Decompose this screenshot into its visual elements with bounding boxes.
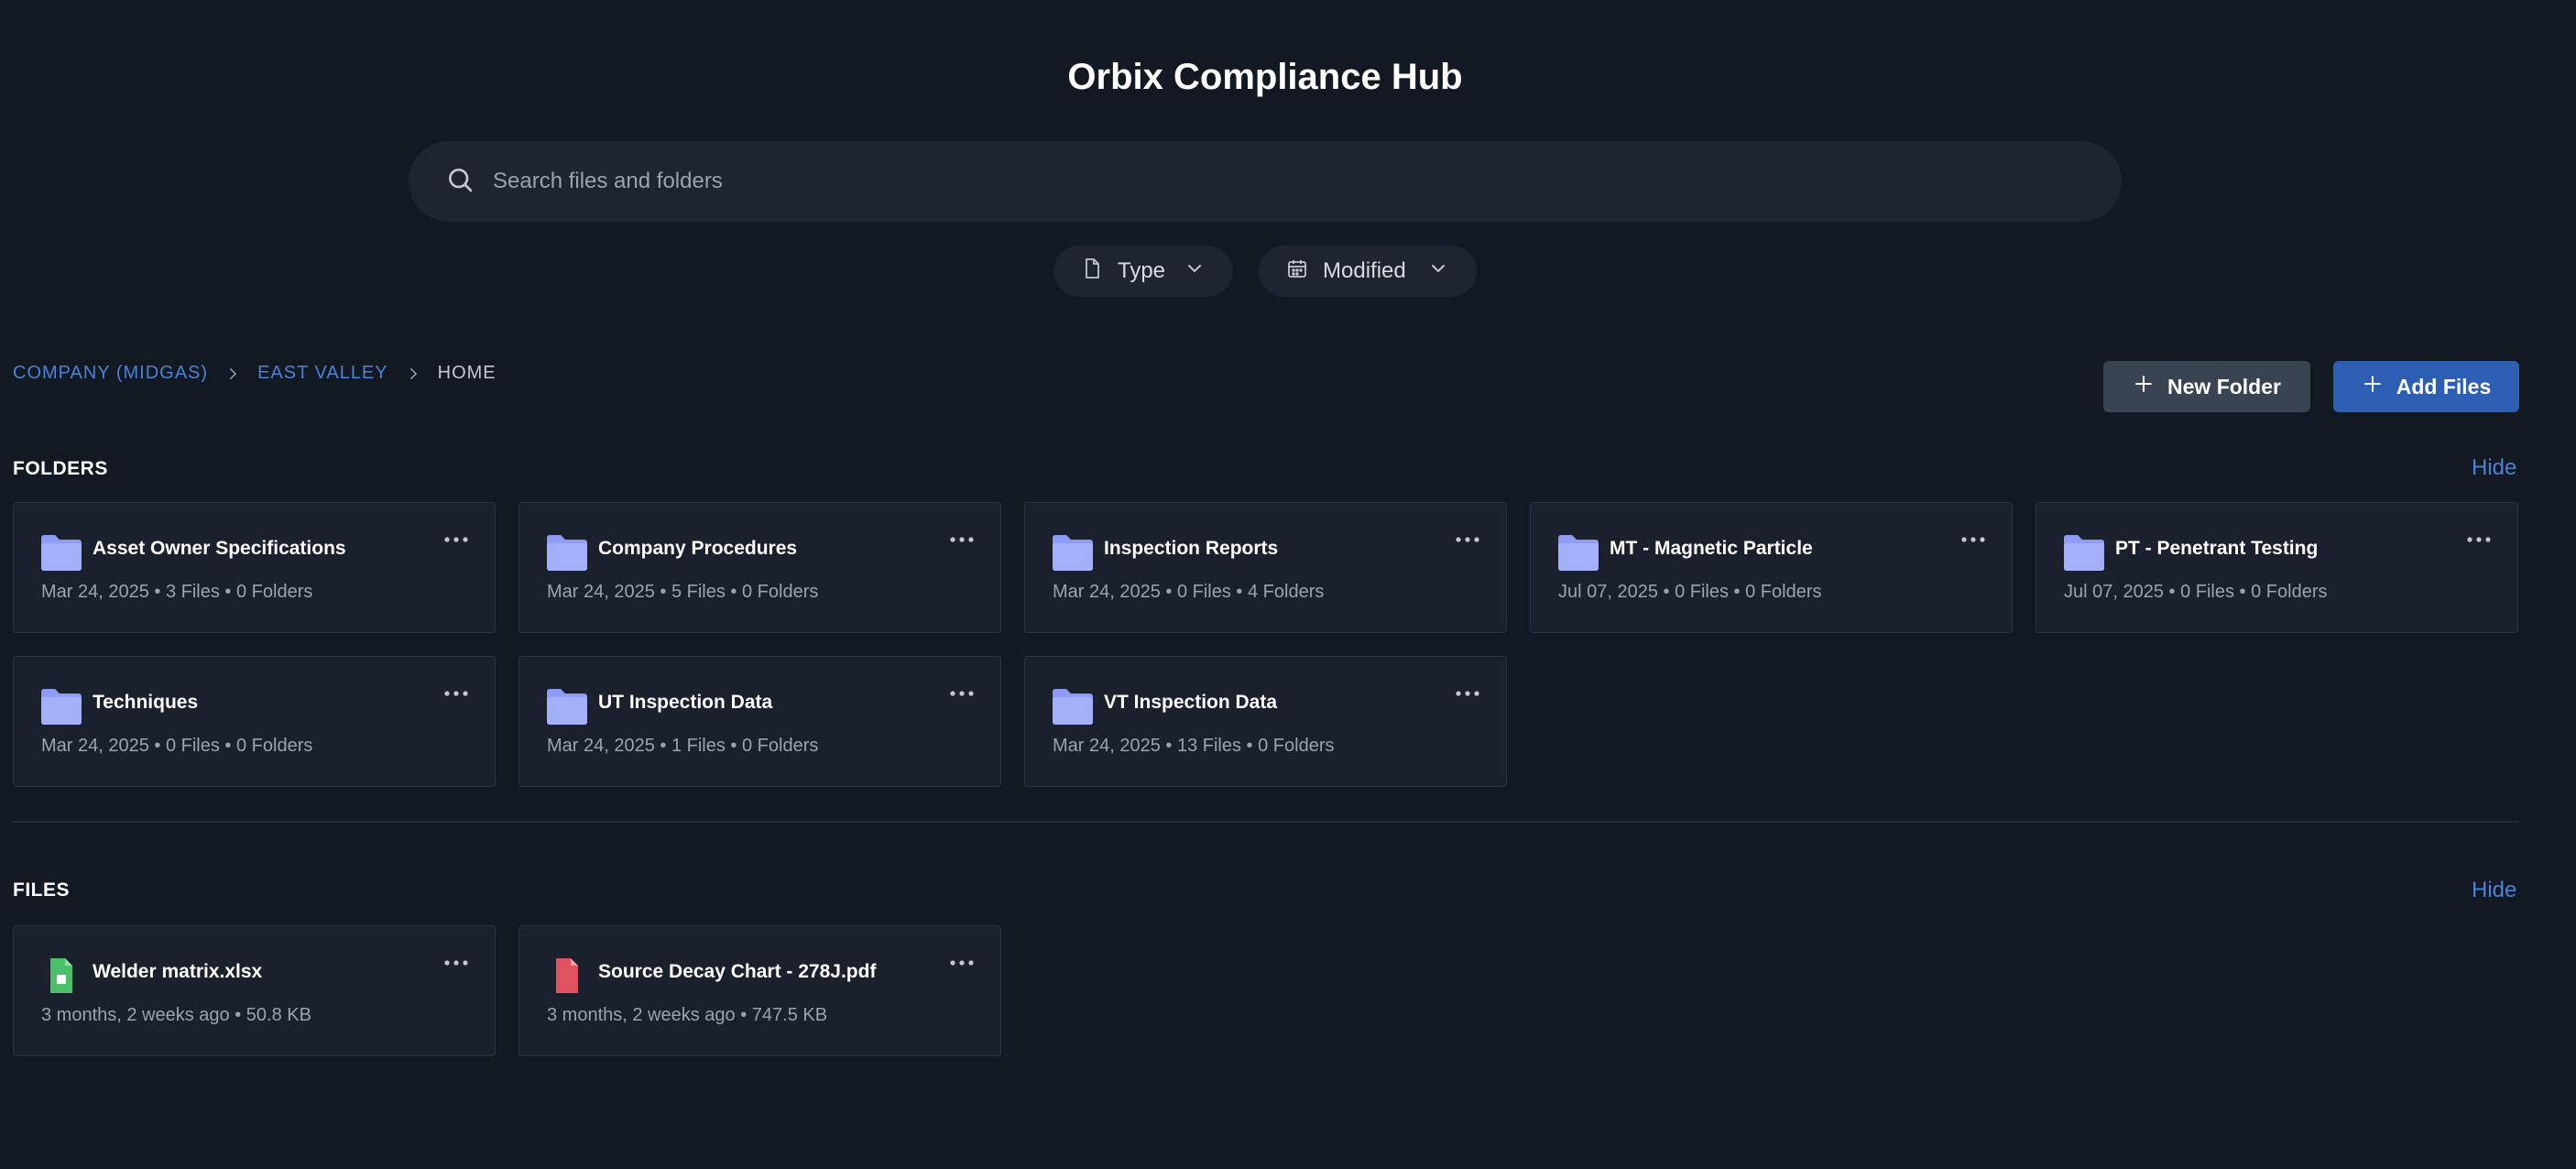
breadcrumb-current: HOME (437, 363, 497, 383)
folder-meta: Mar 24, 2025 • 5 Files • 0 Folders (547, 582, 819, 602)
calendar-icon (1286, 257, 1308, 286)
folder-card[interactable]: Techniques Mar 24, 2025 • 0 Files • 0 Fo… (13, 656, 496, 787)
more-options-icon[interactable] (949, 532, 975, 542)
file-card[interactable]: Source Decay Chart - 278J.pdf 3 months, … (518, 925, 1001, 1056)
folder-meta: Mar 24, 2025 • 13 Files • 0 Folders (1053, 736, 1335, 756)
folder-meta: Mar 24, 2025 • 0 Files • 4 Folders (1053, 582, 1325, 602)
file-name: Source Decay Chart - 278J.pdf (598, 961, 877, 982)
add-files-button[interactable]: Add Files (2333, 361, 2519, 412)
folder-name: Company Procedures (598, 538, 798, 559)
more-options-icon[interactable] (949, 956, 975, 966)
folders-hide-link[interactable]: Hide (2472, 455, 2516, 481)
folders-heading: FOLDERS (13, 458, 108, 479)
more-options-icon[interactable] (1455, 532, 1480, 542)
files-heading: FILES (13, 879, 71, 901)
folder-name: Asset Owner Specifications (93, 538, 346, 559)
file-name: Welder matrix.xlsx (93, 961, 263, 982)
search-icon (445, 165, 475, 199)
section-divider (13, 821, 2519, 823)
more-options-icon[interactable] (1960, 532, 1986, 542)
folder-icon (547, 534, 587, 571)
breadcrumb: COMPANY (MIDGAS) EAST VALLEY HOME (13, 363, 497, 384)
files-hide-link[interactable]: Hide (2472, 878, 2516, 903)
plus-icon (2362, 373, 2384, 400)
chevron-down-icon (1427, 257, 1449, 286)
more-options-icon[interactable] (443, 956, 469, 966)
folder-card[interactable]: PT - Penetrant Testing Jul 07, 2025 • 0 … (2036, 502, 2518, 633)
folder-icon (1053, 688, 1093, 725)
breadcrumb-site[interactable]: EAST VALLEY (257, 363, 388, 384)
page-title: Orbix Compliance Hub (1067, 57, 1463, 97)
file-card[interactable]: Welder matrix.xlsx 3 months, 2 weeks ago… (13, 925, 496, 1056)
folder-meta: Mar 24, 2025 • 0 Files • 0 Folders (41, 736, 313, 756)
chevron-right-icon (405, 366, 421, 382)
folder-name: Inspection Reports (1104, 538, 1279, 559)
type-filter-dropdown[interactable]: Type (1053, 246, 1233, 297)
type-filter-label: Type (1118, 258, 1166, 283)
folder-card[interactable]: UT Inspection Data Mar 24, 2025 • 1 File… (518, 656, 1001, 787)
folder-meta: Jul 07, 2025 • 0 Files • 0 Folders (2064, 582, 2328, 602)
modified-filter-dropdown[interactable]: Modified (1259, 246, 1477, 297)
folder-card[interactable]: Inspection Reports Mar 24, 2025 • 0 File… (1024, 502, 1507, 633)
folder-card[interactable]: VT Inspection Data Mar 24, 2025 • 13 Fil… (1024, 656, 1507, 787)
folder-card[interactable]: Company Procedures Mar 24, 2025 • 5 File… (518, 502, 1001, 633)
file-icon (1081, 257, 1103, 286)
folder-card[interactable]: MT - Magnetic Particle Jul 07, 2025 • 0 … (1530, 502, 2013, 633)
search-bar[interactable] (409, 141, 2122, 222)
more-options-icon[interactable] (443, 532, 469, 542)
file-meta: 3 months, 2 weeks ago • 50.8 KB (41, 1005, 311, 1025)
more-options-icon[interactable] (2466, 532, 2492, 542)
more-options-icon[interactable] (443, 686, 469, 696)
folder-icon (547, 688, 587, 725)
more-options-icon[interactable] (949, 686, 975, 696)
folder-name: Techniques (93, 692, 199, 713)
spreadsheet-file-icon (41, 957, 82, 994)
plus-icon (2133, 373, 2155, 400)
new-folder-button[interactable]: New Folder (2103, 361, 2310, 412)
file-manager-page: Orbix Compliance Hub Type (0, 0, 2576, 1169)
breadcrumb-company[interactable]: COMPANY (MIDGAS) (13, 363, 208, 384)
file-meta: 3 months, 2 weeks ago • 747.5 KB (547, 1005, 828, 1025)
pdf-file-icon (547, 957, 587, 994)
folder-meta: Mar 24, 2025 • 1 Files • 0 Folders (547, 736, 819, 756)
modified-filter-label: Modified (1323, 258, 1406, 283)
folder-icon (1053, 534, 1093, 571)
folder-card[interactable]: Asset Owner Specifications Mar 24, 2025 … (13, 502, 496, 633)
search-input[interactable] (493, 154, 2122, 209)
folder-icon (41, 534, 82, 571)
chevron-right-icon (224, 366, 241, 382)
add-files-label: Add Files (2396, 374, 2492, 399)
folder-meta: Jul 07, 2025 • 0 Files • 0 Folders (1558, 582, 1822, 602)
folder-name: PT - Penetrant Testing (2115, 538, 2319, 559)
folder-meta: Mar 24, 2025 • 3 Files • 0 Folders (41, 582, 313, 602)
more-options-icon[interactable] (1455, 686, 1480, 696)
folder-icon (41, 688, 82, 725)
folder-name: MT - Magnetic Particle (1610, 538, 1813, 559)
chevron-down-icon (1184, 257, 1206, 286)
folder-name: VT Inspection Data (1104, 692, 1278, 713)
folder-name: UT Inspection Data (598, 692, 773, 713)
folder-icon (2064, 534, 2104, 571)
new-folder-label: New Folder (2167, 374, 2281, 399)
folder-icon (1558, 534, 1599, 571)
